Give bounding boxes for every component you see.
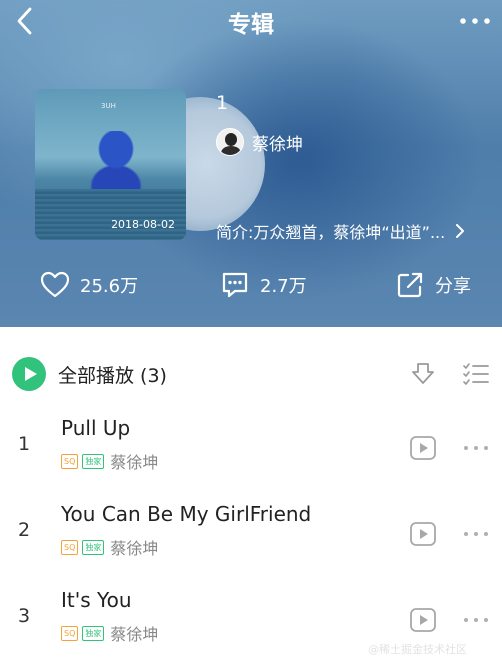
album-intro[interactable]: 简介:万众翘首，蔡徐坤“出道”... [216, 219, 467, 243]
video-play-icon[interactable] [409, 435, 437, 461]
video-play-icon[interactable] [409, 607, 437, 633]
play-all-button[interactable] [12, 357, 46, 391]
cover-figure [90, 131, 142, 191]
song-meta: SQ 独家 蔡徐坤 [61, 449, 158, 473]
exclusive-badge: 独家 [82, 453, 105, 469]
album-cover[interactable]: 3UH 2018-08-02 [35, 89, 186, 240]
album-name: 1 [216, 92, 229, 114]
multi-select-icon[interactable] [462, 360, 490, 388]
sq-badge: SQ [61, 453, 79, 469]
sq-badge: SQ [61, 625, 79, 641]
song-title: Pull Up [61, 416, 131, 440]
song-meta: SQ 独家 蔡徐坤 [61, 535, 158, 559]
heart-icon [40, 271, 70, 298]
album-actions: 25.6万 2.7万 分享 [0, 267, 502, 303]
album-intro-text: 简介:万众翘首，蔡徐坤“出道”... [216, 223, 446, 242]
song-title: It's You [61, 588, 132, 612]
song-row[interactable]: 2 You Can Be My GirlFriend SQ 独家 蔡徐坤 [0, 493, 502, 579]
more-dots-icon[interactable] [462, 529, 490, 539]
album-date: 2018-08-02 [111, 218, 175, 231]
song-meta: SQ 独家 蔡徐坤 [61, 621, 158, 645]
artist-name: 蔡徐坤 [252, 134, 303, 155]
like-button[interactable]: 25.6万 [40, 267, 138, 303]
song-index: 2 [17, 519, 31, 541]
page-title: 专辑 [228, 12, 274, 38]
artist-row[interactable]: 蔡徐坤 [216, 128, 303, 156]
song-index: 1 [17, 433, 31, 455]
album-header: 专辑 3UH 2018-08-02 1 蔡徐坤 简介:万众翘首，蔡徐坤“出道”.… [0, 0, 502, 327]
more-dots-icon[interactable] [458, 8, 492, 34]
video-play-icon[interactable] [409, 521, 437, 547]
song-artist: 蔡徐坤 [110, 453, 159, 472]
share-icon [397, 272, 423, 298]
avatar [216, 128, 244, 156]
cover-mark: 3UH [101, 102, 116, 110]
song-list-toolbar: 全部播放 (3) [0, 345, 502, 401]
song-artist: 蔡徐坤 [110, 539, 159, 558]
play-all-label[interactable]: 全部播放 (3) [58, 361, 167, 388]
share-button[interactable]: 分享 [395, 267, 471, 303]
song-row[interactable]: 1 Pull Up SQ 独家 蔡徐坤 [0, 407, 502, 493]
more-dots-icon[interactable] [462, 443, 490, 453]
song-artist: 蔡徐坤 [110, 625, 159, 644]
watermark: @稀土掘金技术社区 [368, 643, 467, 656]
chevron-right-icon [456, 224, 465, 238]
download-icon[interactable] [409, 360, 437, 388]
more-dots-icon[interactable] [462, 615, 490, 625]
exclusive-badge: 独家 [82, 539, 105, 555]
like-count: 25.6万 [80, 276, 139, 297]
share-label: 分享 [435, 276, 471, 297]
comment-count: 2.7万 [260, 276, 307, 297]
song-index: 3 [17, 605, 31, 627]
comment-button[interactable]: 2.7万 [220, 267, 307, 303]
exclusive-badge: 独家 [82, 625, 105, 641]
cover-water [35, 189, 186, 240]
sq-badge: SQ [61, 539, 79, 555]
comment-icon [222, 272, 248, 298]
song-title: You Can Be My GirlFriend [61, 502, 312, 526]
